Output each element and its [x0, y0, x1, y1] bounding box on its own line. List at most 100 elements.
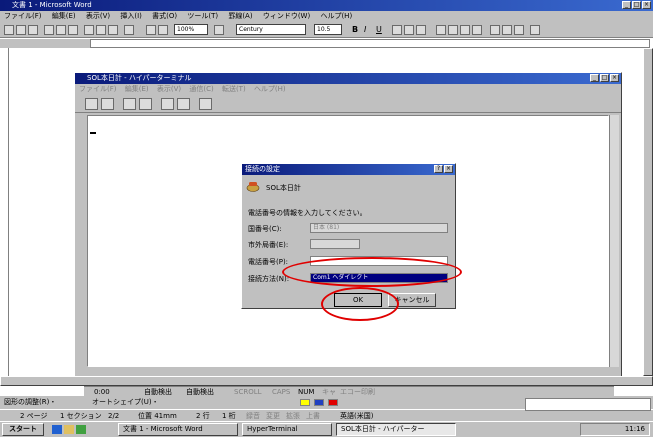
font-size-select[interactable]: 10.5 [314, 24, 342, 35]
print-icon[interactable] [44, 25, 54, 35]
copy-icon[interactable] [96, 25, 106, 35]
text-color-icon[interactable] [328, 399, 338, 406]
task-word[interactable]: 文書 1 - Microsoft Word [118, 423, 238, 436]
word-menubar: ファイル(F) 編集(E) 表示(V) 挿入(I) 書式(O) ツール(T) 罫… [0, 11, 653, 22]
maximize-button[interactable]: □ [632, 1, 641, 9]
hyper-menu-file[interactable]: ファイル(F) [79, 85, 117, 93]
preview-icon[interactable] [56, 25, 66, 35]
menu-file[interactable]: ファイル(F) [4, 12, 42, 20]
task-hyperterminal[interactable]: HyperTerminal [242, 423, 332, 436]
hyper-menu-help[interactable]: ヘルプ(H) [254, 85, 286, 93]
bullets-icon[interactable] [502, 25, 512, 35]
hyper-title: SOL本日計 - ハイパーターミナル [87, 74, 192, 82]
hyper-minimize-button[interactable]: _ [590, 74, 599, 82]
dialog-close-button[interactable]: × [444, 165, 453, 173]
hyper-statusbar: 0:00 自動検出 自動検出 SCROLL CAPS NUM キャ エコー印刷 [84, 386, 614, 396]
word-titlebar: 文書 1 - Microsoft Word _ □ × [0, 0, 653, 11]
fill-color-icon[interactable] [300, 399, 310, 406]
menu-format[interactable]: 書式(O) [152, 12, 177, 20]
ruler-corner [0, 39, 90, 48]
align-center-icon[interactable] [448, 25, 458, 35]
undo-icon[interactable] [124, 25, 134, 35]
phone-label: 電話番号(P): [248, 258, 289, 266]
font-color-icon[interactable] [530, 25, 540, 35]
properties-icon[interactable] [199, 98, 212, 110]
char-shade-icon[interactable] [404, 25, 414, 35]
table-icon[interactable] [146, 25, 156, 35]
country-value: 日本 (81) [313, 224, 340, 231]
save-icon[interactable] [28, 25, 38, 35]
annotation-ellipse-method [282, 257, 462, 287]
receive-icon[interactable] [177, 98, 190, 110]
align-right-icon[interactable] [460, 25, 470, 35]
indent-icon[interactable] [514, 25, 524, 35]
start-button[interactable]: スタート [2, 423, 44, 436]
open-folder-icon[interactable] [16, 25, 26, 35]
word-horizontal-scrollbar[interactable] [0, 376, 653, 386]
send-icon[interactable] [161, 98, 174, 110]
menu-edit[interactable]: 編集(E) [52, 12, 76, 20]
zoom-select[interactable]: 100% [174, 24, 208, 35]
columns-icon[interactable] [158, 25, 168, 35]
menu-window[interactable]: ウィンドウ(W) [263, 12, 310, 20]
numbering-icon[interactable] [490, 25, 500, 35]
align-left-icon[interactable] [436, 25, 446, 35]
open-icon[interactable] [101, 98, 114, 110]
connection-name: SOL本日計 [266, 184, 301, 192]
menu-table[interactable]: 罫線(A) [228, 12, 252, 20]
hyper-menu-view[interactable]: 表示(V) [157, 85, 181, 93]
word-title: 文書 1 - Microsoft Word [12, 1, 92, 9]
area-code-input [310, 239, 360, 249]
phone-connection-icon [246, 180, 260, 192]
vertical-ruler [0, 48, 9, 376]
menu-tools[interactable]: ツール(T) [187, 12, 218, 20]
connect-icon[interactable] [123, 98, 136, 110]
help-icon[interactable] [214, 25, 224, 35]
quicklaunch-ie-icon[interactable] [52, 425, 62, 434]
system-tray: 11:16 [580, 423, 650, 436]
spellcheck-icon[interactable] [68, 25, 78, 35]
dialog-title: 接続の設定 [245, 165, 280, 173]
draw-menu[interactable]: 図形の調整(R)・ [4, 396, 56, 409]
quicklaunch-desktop-icon[interactable] [76, 425, 86, 434]
area-code-label: 市外局番(E): [248, 241, 289, 249]
hyper-menu-edit[interactable]: 編集(E) [125, 85, 149, 93]
disconnect-icon[interactable] [139, 98, 152, 110]
justify-icon[interactable] [472, 25, 482, 35]
quicklaunch-outlook-icon[interactable] [64, 425, 74, 434]
terminal-scrollbar[interactable] [609, 115, 619, 367]
hyper-titlebar: SOL本日計 - ハイパーターミナル _ □ × [75, 73, 621, 84]
dialog-prompt: 電話番号の情報を入力してください。 [248, 209, 367, 217]
country-select: 日本 (81) [310, 223, 448, 233]
italic-button[interactable]: I [364, 25, 366, 34]
bold-button[interactable]: B [352, 25, 358, 34]
hyper-close-button[interactable]: × [610, 74, 619, 82]
terminal-cursor [90, 132, 96, 134]
autoshapes-menu[interactable]: オートシェイプ(U)・ [92, 396, 159, 409]
task-sol-terminal[interactable]: SOL本日計 - ハイパーター [336, 423, 456, 436]
hyper-menubar: ファイル(F) 編集(E) 表示(V) 通信(C) 転送(T) ヘルプ(H) [79, 84, 292, 94]
underline-button[interactable]: U [376, 25, 382, 34]
char-border-icon[interactable] [392, 25, 402, 35]
annotation-ellipse-ok [321, 287, 399, 321]
line-color-icon[interactable] [314, 399, 324, 406]
new-doc-icon[interactable] [4, 25, 14, 35]
char-scale-icon[interactable] [416, 25, 426, 35]
taskbar: スタート 文書 1 - Microsoft Word HyperTerminal… [0, 421, 653, 437]
menu-help[interactable]: ヘルプ(H) [320, 12, 352, 20]
word-vertical-scrollbar[interactable] [643, 48, 653, 376]
menu-view[interactable]: 表示(V) [86, 12, 110, 20]
hyper-menu-call[interactable]: 通信(C) [189, 85, 213, 93]
ime-toolbar[interactable] [525, 398, 651, 411]
dialog-help-button[interactable]: ? [434, 165, 443, 173]
paste-icon[interactable] [108, 25, 118, 35]
menu-insert[interactable]: 挿入(I) [120, 12, 142, 20]
cut-icon[interactable] [84, 25, 94, 35]
close-button[interactable]: × [642, 1, 651, 9]
hyper-maximize-button[interactable]: □ [600, 74, 609, 82]
minimize-button[interactable]: _ [622, 1, 631, 9]
hyper-menu-transfer[interactable]: 転送(T) [222, 85, 246, 93]
new-connection-icon[interactable] [85, 98, 98, 110]
word-statusbar: 2 ページ 1 セクション 2/2 位置 41mm 2 行 1 桁 録音 変更 … [0, 398, 653, 421]
font-select[interactable]: Century [236, 24, 306, 35]
